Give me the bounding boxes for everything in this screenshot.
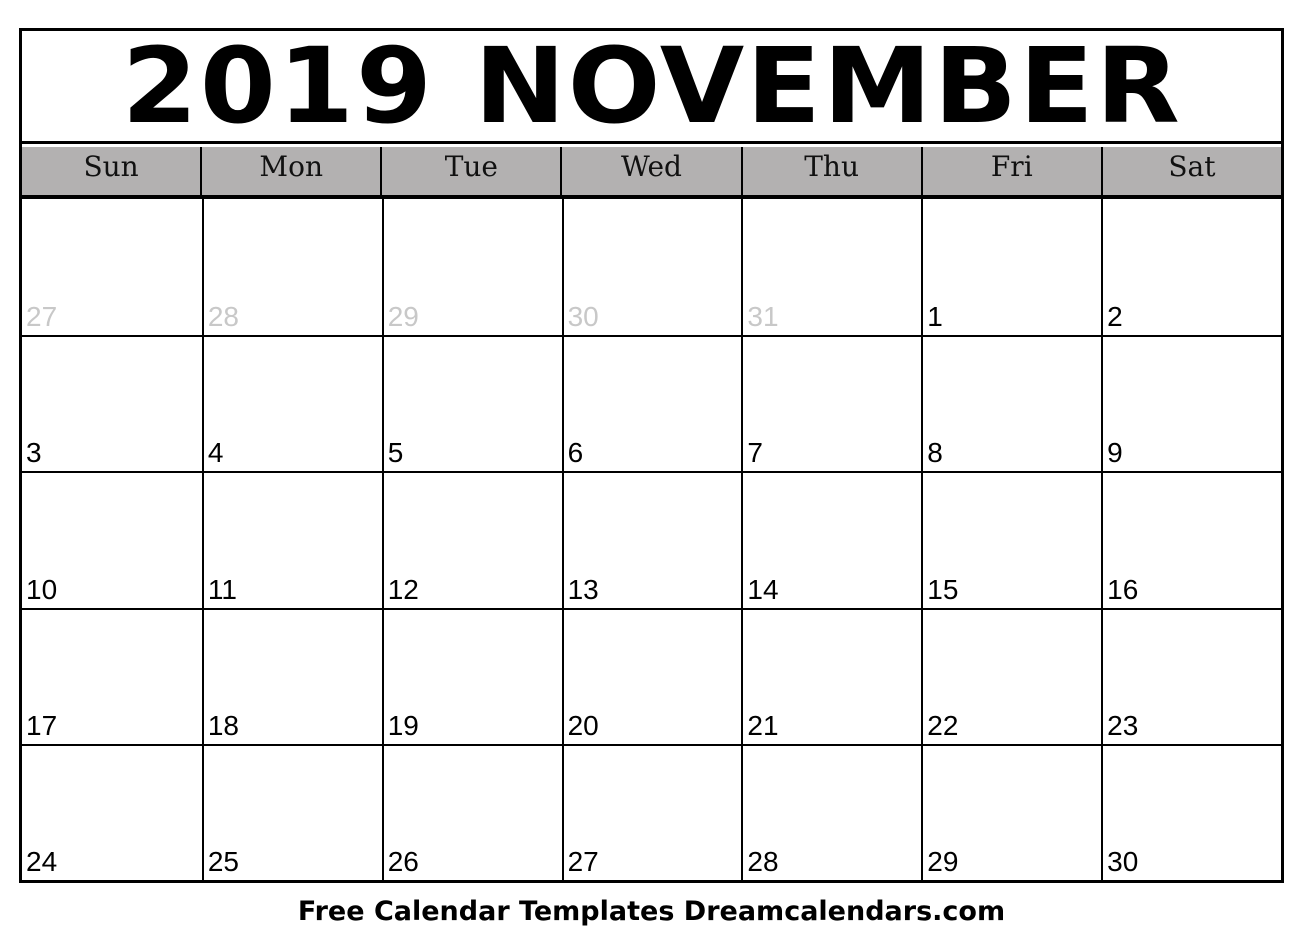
day-number: 4 (207, 437, 224, 469)
day-number: 12 (387, 573, 419, 605)
day-cell: 12 (381, 471, 562, 608)
weekday-thu: Thu (740, 147, 921, 195)
day-cell: 22 (921, 607, 1102, 744)
day-cell-other-month: 30 (561, 199, 742, 336)
day-cell: 23 (1101, 607, 1281, 744)
weekday-tue: Tue (380, 147, 560, 195)
weekday-wed: Wed (560, 147, 740, 195)
day-number: 10 (26, 573, 58, 605)
day-number: 25 (207, 845, 239, 877)
day-cell: 20 (561, 607, 742, 744)
day-number: 18 (207, 709, 239, 741)
day-number: 7 (747, 437, 763, 469)
calendar-title: 2019 NOVEMBER (22, 25, 1281, 147)
day-cell: 21 (741, 607, 922, 744)
footer-text: Free Calendar Templates Dreamcalendars.c… (297, 896, 1006, 927)
day-cell: 6 (561, 335, 742, 472)
day-cell: 14 (741, 471, 922, 608)
day-number: 14 (747, 573, 779, 605)
day-number: 5 (387, 437, 404, 469)
day-number: 29 (387, 301, 419, 333)
day-number: 19 (387, 709, 419, 741)
day-number: 6 (567, 437, 584, 469)
day-number: 22 (927, 709, 959, 741)
day-cell: 25 (201, 743, 382, 880)
day-cell: 28 (741, 743, 922, 880)
day-cell: 27 (561, 743, 742, 880)
day-cell: 8 (921, 335, 1102, 472)
day-number: 27 (26, 301, 58, 333)
day-number: 13 (567, 573, 599, 605)
day-number: 1 (927, 301, 943, 333)
day-cell: 19 (381, 607, 562, 744)
day-cell: 9 (1101, 335, 1281, 472)
day-number: 30 (567, 301, 599, 333)
day-number: 23 (1107, 709, 1139, 741)
day-cell: 16 (1101, 471, 1281, 608)
day-number: 28 (747, 845, 779, 877)
day-number: 28 (207, 301, 239, 333)
day-cell: 5 (381, 335, 562, 472)
day-cell: 1 (921, 199, 1101, 336)
day-cell: 26 (381, 743, 562, 880)
weekday-mon: Mon (200, 147, 380, 195)
day-number: 17 (26, 709, 58, 741)
day-cell-other-month: 31 (741, 199, 921, 336)
day-cell: 30 (1101, 743, 1281, 880)
day-grid: 27 28 29 30 31 1 2 3 4 5 6 7 8 9 10 11 12 13 14 15 16 17 18 19 2… (22, 199, 1281, 880)
weekday-fri: Fri (920, 147, 1101, 195)
day-cell: 17 (22, 607, 202, 744)
weekday-header: Sun Mon Tue Wed Thu Fri Sat (22, 147, 1281, 199)
day-cell: 18 (201, 607, 382, 744)
weekday-sun: Sun (83, 150, 139, 183)
day-number: 31 (747, 301, 779, 333)
day-number: 30 (1107, 845, 1139, 877)
day-number: 16 (1107, 573, 1139, 605)
day-number: 2 (1107, 301, 1123, 333)
day-number: 9 (1107, 437, 1123, 469)
day-cell: 3 (22, 335, 202, 471)
day-number: 15 (927, 573, 959, 605)
day-cell: 15 (921, 471, 1102, 608)
day-number: 27 (567, 845, 599, 877)
day-number: 24 (26, 845, 58, 877)
day-number: 3 (26, 437, 42, 469)
day-cell-other-month: 27 (22, 199, 202, 335)
day-cell: 11 (201, 471, 382, 608)
day-cell: 13 (561, 471, 742, 608)
calendar: 2019 NOVEMBER Sun Mon Tue Wed Thu Fri Sat 27 28… (19, 25, 1284, 883)
day-cell: 7 (741, 335, 922, 472)
day-cell: 29 (921, 743, 1102, 880)
day-cell: 2 (1101, 199, 1281, 336)
day-cell: 4 (201, 335, 382, 472)
day-number: 26 (387, 845, 419, 877)
day-number: 8 (927, 437, 943, 469)
day-cell: 10 (22, 471, 202, 607)
day-cell-other-month: 29 (381, 199, 562, 336)
title-text: 2019 NOVEMBER (121, 25, 1182, 147)
day-number: 11 (207, 573, 237, 605)
weekday-sat: Sat (1100, 147, 1281, 195)
day-number: 29 (927, 845, 959, 877)
day-cell-other-month: 28 (201, 199, 382, 336)
day-number: 21 (747, 709, 779, 741)
day-number: 20 (567, 709, 599, 741)
day-cell: 24 (22, 743, 202, 880)
